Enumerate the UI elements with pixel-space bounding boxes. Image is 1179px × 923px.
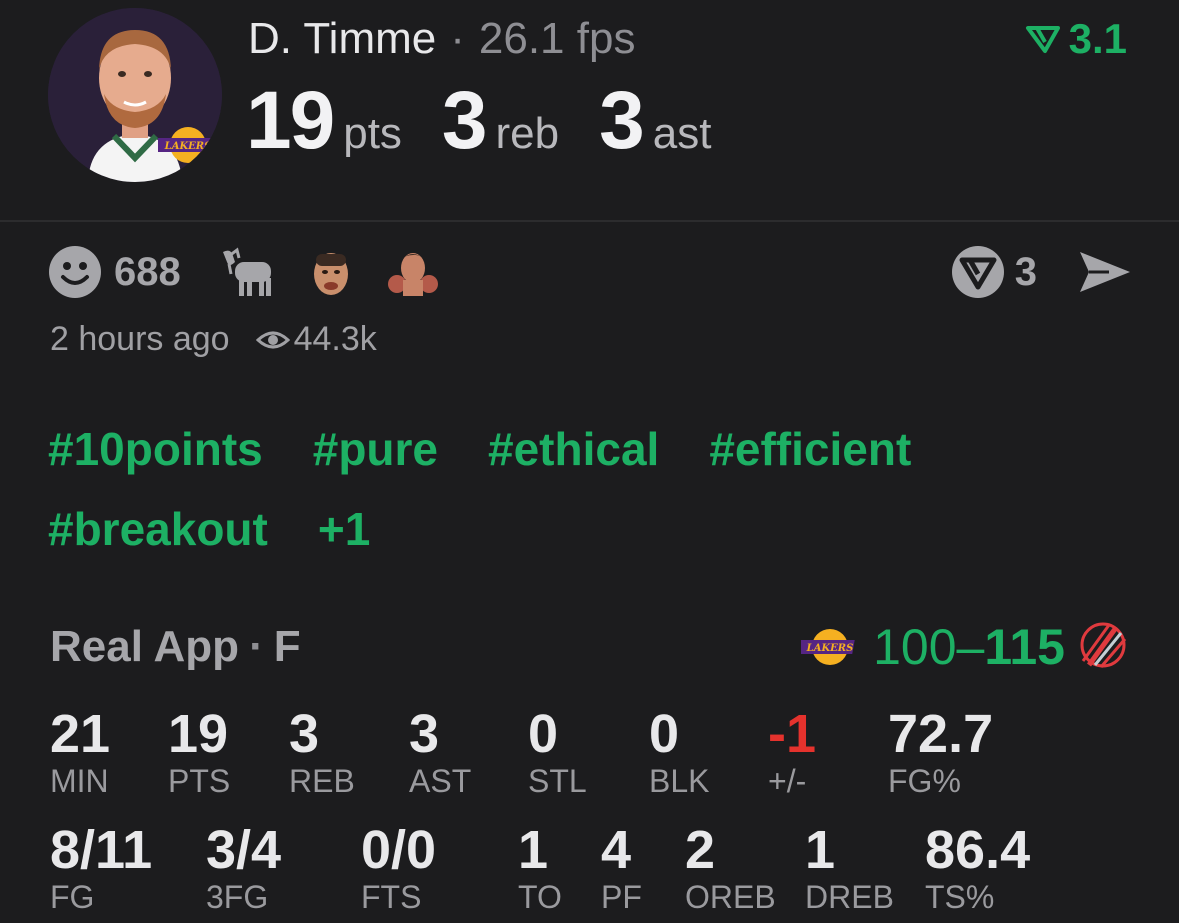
send-button[interactable]	[1077, 248, 1133, 296]
fighter-sticker-icon	[387, 253, 438, 296]
stat-fg-pct: 72.7 FG%	[888, 704, 994, 799]
rating-arrow-icon	[1025, 26, 1060, 53]
svg-text:LAKERS: LAKERS	[164, 141, 212, 152]
points-value: 19	[246, 75, 335, 166]
stat-pts: 19 PTS	[168, 704, 231, 799]
headline-stats: 19 pts 3 reb 3 ast	[246, 74, 751, 168]
face-reaction-2[interactable]	[385, 246, 441, 298]
lakers-logo-icon: LAKERS	[801, 629, 855, 665]
more-tags-button[interactable]: +1	[318, 500, 370, 558]
stat-3fg: 3/4 3FG	[206, 820, 282, 915]
game-status: F	[273, 622, 301, 671]
hashtag[interactable]: #pure	[313, 420, 438, 478]
eye-icon	[255, 331, 290, 348]
post-meta: 2 hours ago 44.3k	[50, 320, 377, 359]
goat-icon	[222, 247, 271, 296]
rebounds-value: 3	[441, 75, 488, 166]
player-avatar[interactable]: LAKERS	[48, 8, 222, 182]
stat-reb: 3 REB	[289, 704, 355, 799]
fantasy-per-second: 26.1 fps	[478, 14, 636, 63]
assists-unit: ast	[652, 109, 712, 158]
share-area: 3	[951, 244, 1133, 300]
view-count: 44.3k	[293, 320, 377, 358]
rebounds-unit: reb	[495, 109, 560, 158]
away-score: 115	[984, 619, 1065, 675]
reaction-count: 688	[114, 249, 181, 294]
repost-icon	[951, 246, 1004, 298]
hashtag-list: #10points #pure #ethical #efficient #bre…	[48, 420, 1128, 558]
face-reaction-1[interactable]	[311, 246, 351, 298]
player-name[interactable]: D. Timme	[248, 14, 436, 63]
points-unit: pts	[343, 109, 402, 158]
repost-count: 3	[1014, 249, 1037, 294]
stat-dreb: 1 DREB	[805, 820, 894, 915]
stat-oreb: 2 OREB	[685, 820, 776, 915]
rating-value: 3.1	[1068, 15, 1127, 62]
separator-dot: ·	[450, 14, 465, 63]
hashtag[interactable]: #10points	[48, 420, 263, 478]
team-logo: LAKERS	[155, 125, 218, 170]
hashtag[interactable]: #efficient	[709, 420, 911, 478]
smile-reaction-button[interactable]: 688	[48, 245, 217, 299]
repost-button[interactable]: 3	[951, 245, 1077, 299]
stat-fts: 0/0 FTS	[361, 820, 437, 915]
separator-dot: ·	[249, 622, 264, 671]
stat-pf: 4 PF	[601, 820, 642, 915]
trail-blazers-logo-icon	[1080, 622, 1127, 668]
game-source: Real App · F	[50, 622, 301, 672]
stat-plus-minus: -1 +/-	[768, 704, 817, 799]
lakers-logo-icon: LAKERS	[155, 127, 214, 163]
player-title: D. Timme · 26.1 fps	[248, 14, 635, 64]
stat-fg: 8/11 FG	[50, 820, 153, 915]
assists-value: 3	[599, 75, 645, 166]
rating-score[interactable]: 3.1	[1025, 14, 1127, 64]
send-icon	[1080, 252, 1130, 292]
header-divider	[0, 220, 1179, 222]
smile-icon	[49, 246, 101, 298]
source-name: Real App	[50, 622, 240, 671]
reactions-bar: 688	[48, 244, 475, 300]
hashtag[interactable]: #ethical	[488, 420, 659, 478]
game-score[interactable]: LAKERS 100–115	[801, 618, 1127, 676]
stat-ts-pct: 86.4 TS%	[925, 820, 1031, 915]
views: 44.3k	[255, 320, 377, 359]
stat-to: 1 TO	[518, 820, 562, 915]
stat-ast: 3 AST	[409, 704, 472, 799]
hashtag[interactable]: #breakout	[48, 500, 268, 558]
stat-stl: 0 STL	[528, 704, 587, 799]
timestamp: 2 hours ago	[50, 320, 230, 358]
home-score: 100	[873, 619, 957, 675]
svg-text:LAKERS: LAKERS	[806, 643, 854, 654]
score-dash: –	[956, 619, 985, 675]
face-sticker-icon	[313, 253, 348, 295]
stat-blk: 0 BLK	[649, 704, 710, 799]
stat-min: 21 MIN	[50, 704, 111, 799]
goat-reaction[interactable]	[217, 246, 277, 298]
